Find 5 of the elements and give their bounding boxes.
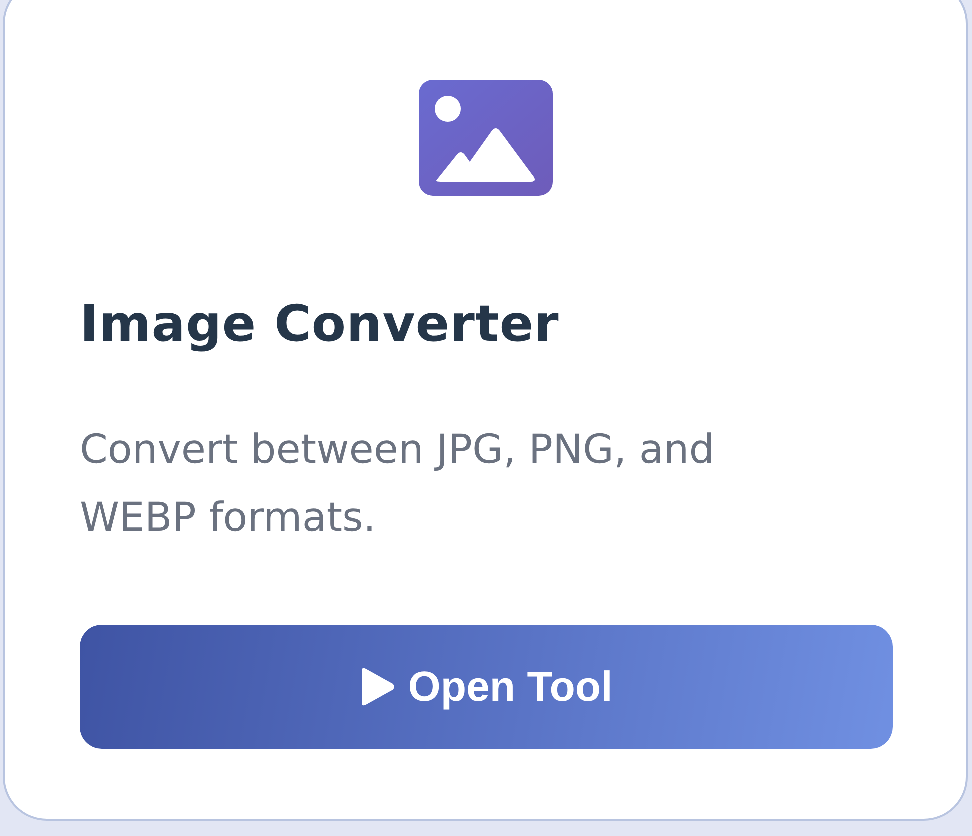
card-description: Convert between JPG, PNG, and WEBP formats. xyxy=(80,426,716,543)
open-tool-button[interactable]: Open Tool xyxy=(80,625,893,749)
play-icon xyxy=(360,667,396,707)
card-title: Image Converter xyxy=(80,294,560,355)
image-icon xyxy=(418,80,552,196)
